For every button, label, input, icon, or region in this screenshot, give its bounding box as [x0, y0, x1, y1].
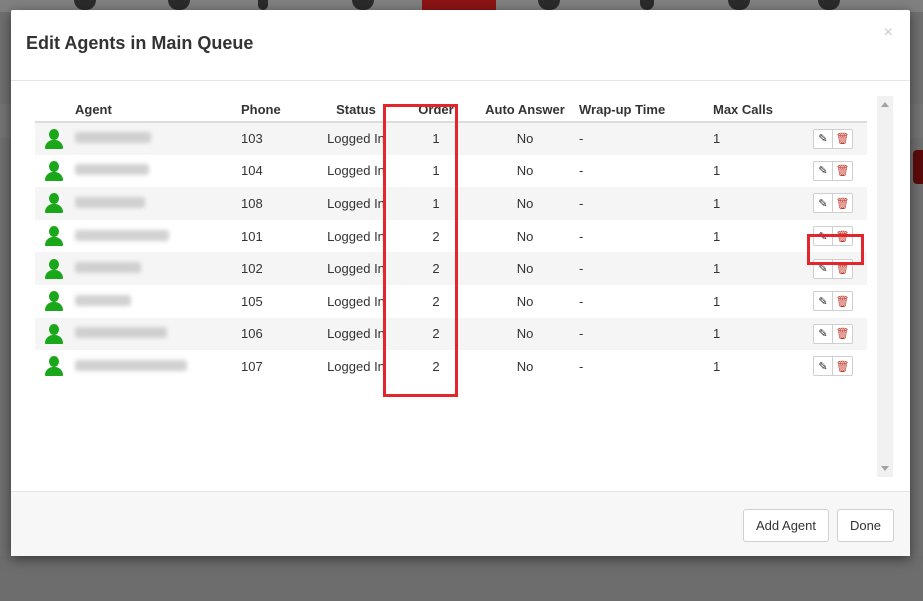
page-button-backdrop [913, 150, 923, 184]
max-calls-cell: 1 [713, 228, 721, 244]
agent-name-redacted [75, 350, 241, 383]
scroll-up-icon[interactable] [881, 102, 889, 107]
auto-answer-cell: No [516, 326, 534, 342]
modal-body: Agent Phone Status Order Auto Answer Wra… [11, 82, 910, 490]
phone-cell: 101 [241, 228, 263, 244]
header-actions [805, 98, 867, 123]
trash-icon[interactable]: 🗑 [833, 193, 853, 214]
phone-cell: 108 [241, 195, 263, 211]
scroll-down-icon[interactable] [881, 466, 889, 471]
auto-answer-cell: No [516, 228, 534, 244]
pencil-icon[interactable]: ✎ [813, 128, 833, 149]
auto-answer-cell: No [516, 358, 534, 374]
modal-title: Edit Agents in Main Queue [26, 33, 254, 53]
agent-name-redacted [75, 220, 241, 253]
wrap-up-cell: - [579, 163, 584, 179]
close-icon[interactable]: × [884, 24, 893, 42]
user-icon [45, 160, 63, 181]
trash-icon[interactable]: 🗑 [833, 291, 853, 312]
header-max-calls: Max Calls [703, 98, 805, 123]
status-cell: Logged In [327, 261, 385, 277]
edit-actions-highlight [807, 234, 864, 265]
add-agent-button[interactable]: Add Agent [743, 509, 829, 542]
info-icon [258, 0, 268, 10]
agent-name-redacted [75, 187, 241, 220]
header-phone: Phone [241, 98, 319, 123]
wrap-up-cell: - [579, 131, 584, 147]
header-avatar [35, 98, 75, 123]
phone-cell: 103 [241, 131, 263, 147]
agent-name-redacted [75, 318, 241, 351]
auto-answer-cell: No [516, 293, 534, 309]
agent-name-redacted [75, 252, 241, 285]
status-cell: Logged In [327, 163, 385, 179]
max-calls-cell: 1 [713, 163, 721, 179]
user-icon [45, 291, 63, 312]
phone-cell: 102 [241, 261, 263, 277]
status-cell: Logged In [327, 131, 385, 147]
status-cell: Logged In [327, 358, 385, 374]
page-backdrop-bottom [0, 556, 923, 601]
status-cell: Logged In [327, 326, 385, 342]
modal-header: Edit Agents in Main Queue × [11, 10, 910, 81]
header-agent: Agent [75, 98, 241, 123]
max-calls-cell: 1 [713, 131, 721, 147]
trash-icon[interactable]: 🗑 [833, 356, 853, 377]
pencil-icon[interactable]: ✎ [813, 160, 833, 181]
auto-answer-cell: No [516, 261, 534, 277]
edit-agents-modal: Edit Agents in Main Queue × Agent Phone … [11, 10, 910, 556]
phone-cell: 106 [241, 326, 263, 342]
pencil-icon[interactable]: ✎ [813, 291, 833, 312]
max-calls-cell: 1 [713, 358, 721, 374]
pencil-icon[interactable]: ✎ [813, 323, 833, 344]
wrap-up-cell: - [579, 261, 584, 277]
wrap-up-cell: - [579, 358, 584, 374]
trash-icon[interactable]: 🗑 [833, 323, 853, 344]
wrap-up-cell: - [579, 228, 584, 244]
header-wrap-up-time: Wrap-up Time [571, 98, 703, 123]
phone-cell: 104 [241, 163, 263, 179]
user-icon [45, 193, 63, 214]
vertical-scrollbar[interactable] [877, 96, 893, 477]
agent-name-redacted [75, 285, 241, 318]
agent-name-redacted [75, 122, 241, 155]
user-icon [45, 226, 63, 247]
pencil-icon[interactable]: ✎ [813, 193, 833, 214]
auto-answer-cell: No [516, 131, 534, 147]
user-icon [45, 323, 63, 344]
max-calls-cell: 1 [713, 293, 721, 309]
auto-answer-cell: No [516, 195, 534, 211]
wrap-up-cell: - [579, 293, 584, 309]
status-cell: Logged In [327, 195, 385, 211]
header-status: Status [319, 98, 393, 123]
trash-icon[interactable]: 🗑 [833, 128, 853, 149]
max-calls-cell: 1 [713, 261, 721, 277]
user-icon [45, 128, 63, 149]
phone-cell: 105 [241, 293, 263, 309]
agent-name-redacted [75, 155, 241, 188]
wrap-up-cell: - [579, 326, 584, 342]
wrap-up-cell: - [579, 195, 584, 211]
phone-cell: 107 [241, 358, 263, 374]
status-cell: Logged In [327, 228, 385, 244]
max-calls-cell: 1 [713, 195, 721, 211]
user-icon [45, 258, 63, 279]
pencil-icon[interactable]: ✎ [813, 356, 833, 377]
trash-icon[interactable]: 🗑 [833, 160, 853, 181]
done-button[interactable]: Done [837, 509, 894, 542]
status-cell: Logged In [327, 293, 385, 309]
order-column-highlight [383, 104, 458, 397]
user-icon [45, 356, 63, 377]
header-auto-answer: Auto Answer [479, 98, 571, 123]
auto-answer-cell: No [516, 163, 534, 179]
modal-footer: Add Agent Done [11, 491, 910, 556]
max-calls-cell: 1 [713, 326, 721, 342]
